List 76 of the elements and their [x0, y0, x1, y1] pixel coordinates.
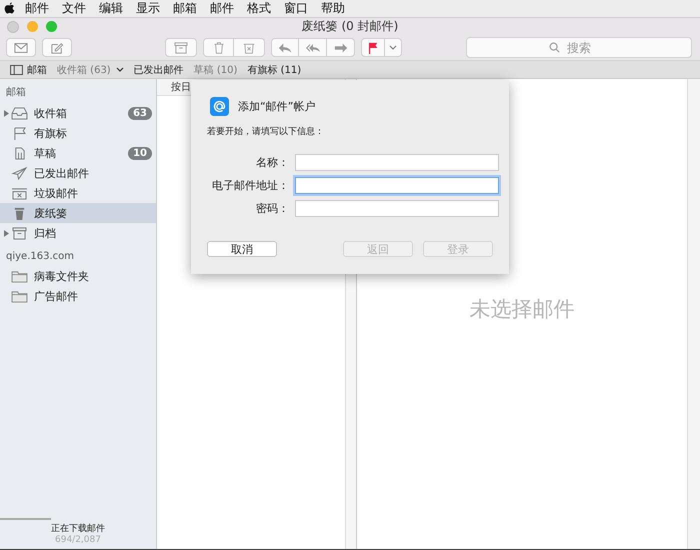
archive-box-icon [174, 42, 188, 54]
archive-button[interactable] [165, 38, 197, 57]
apple-icon[interactable] [4, 2, 15, 15]
trash-button[interactable] [203, 38, 234, 57]
menu-item[interactable]: 窗口 [284, 0, 308, 17]
input-field[interactable] [295, 200, 499, 217]
sidebar-item[interactable]: 收件箱 63 [0, 103, 156, 123]
field-label: 电子邮件地址： [211, 178, 289, 193]
sidebar-item[interactable]: 归档 [0, 223, 156, 243]
menu-item[interactable]: 格式 [247, 0, 271, 17]
archive-box-icon [11, 226, 28, 240]
disclosure-triangle-icon[interactable] [4, 230, 9, 236]
sidebar-icon [10, 64, 23, 74]
junk-bin-icon [242, 42, 256, 54]
disclosure-triangle-icon[interactable] [4, 110, 9, 116]
folder-icon [11, 270, 28, 282]
status-text: 正在下载邮件 [51, 522, 105, 535]
window-title: 废纸篓 (0 封邮件) [302, 18, 398, 35]
forward-arrow-icon [334, 42, 348, 54]
menu-item[interactable]: 文件 [62, 0, 86, 17]
empty-message-text: 未选择邮件 [470, 296, 574, 323]
sidebar-item[interactable]: 广告邮件 [0, 286, 156, 306]
sort-header[interactable]: 按日 [171, 80, 191, 94]
caret-icon [116, 67, 124, 72]
junk-button[interactable] [234, 38, 265, 57]
input-field[interactable] [295, 154, 499, 171]
field-label: 密码： [255, 201, 289, 216]
flag-icon [366, 42, 380, 54]
menu-item[interactable]: 邮件 [25, 0, 49, 17]
caret-icon [389, 45, 397, 50]
section-heading: 邮箱 [5, 86, 27, 100]
sidebar-item[interactable]: 废纸篓 [0, 203, 156, 223]
search-field[interactable]: 搜索 [466, 37, 692, 58]
tray-icon [11, 106, 28, 120]
input-field[interactable] [295, 177, 499, 194]
flag-menu-button[interactable] [385, 38, 402, 57]
menu-item[interactable]: 邮件 [210, 0, 234, 17]
envelope-icon [14, 42, 28, 54]
section-heading: qiye.163.com [5, 250, 75, 264]
status-count: 694/2,087 [55, 535, 101, 545]
zoom-button[interactable] [46, 21, 57, 32]
close-button[interactable] [7, 21, 19, 33]
favorites-item[interactable]: 已发出邮件 [134, 62, 184, 76]
dialog-button[interactable]: 取消 [207, 241, 277, 257]
compose-icon [50, 42, 64, 54]
sidebar-item[interactable]: 草稿 10 [0, 143, 156, 163]
search-icon [549, 42, 560, 53]
compose-button[interactable] [42, 38, 72, 57]
reply-all-icon [306, 42, 320, 54]
sidebar-item[interactable]: 已发出邮件 [0, 163, 156, 183]
sidebar-item[interactable]: 垃圾邮件 [0, 183, 156, 203]
reply-icon [278, 42, 292, 54]
count-badge: 10 [128, 146, 152, 160]
paper-plane-icon [11, 166, 28, 180]
reply-all-button[interactable] [299, 38, 327, 57]
trash-icon [212, 42, 226, 54]
reply-button[interactable] [271, 38, 299, 57]
at-sign-icon [210, 97, 229, 116]
menu-item[interactable]: 编辑 [99, 0, 123, 17]
field-label: 名称： [255, 155, 289, 170]
sidebar-item[interactable]: 病毒文件夹 [0, 266, 156, 286]
count-badge: 63 [128, 106, 152, 120]
flag-button[interactable] [361, 38, 385, 57]
junk-tray-icon [11, 186, 28, 200]
menu-item[interactable]: 邮箱 [173, 0, 197, 17]
folder-icon [11, 290, 28, 302]
menu-item[interactable]: 显示 [136, 0, 160, 17]
favorites-item[interactable]: 有旗标 (11) [247, 62, 302, 76]
favorites-item[interactable]: 邮箱 [10, 62, 47, 76]
get-mail-button[interactable] [6, 38, 36, 57]
minimize-button[interactable] [27, 21, 38, 32]
menu-item[interactable]: 帮助 [321, 0, 345, 17]
dialog-title: 添加“邮件”帐户 [238, 99, 316, 114]
forward-button[interactable] [327, 38, 355, 57]
sidebar-item[interactable]: 有旗标 [0, 123, 156, 143]
dialog-intro: 若要开始，请填写以下信息： [207, 126, 325, 138]
